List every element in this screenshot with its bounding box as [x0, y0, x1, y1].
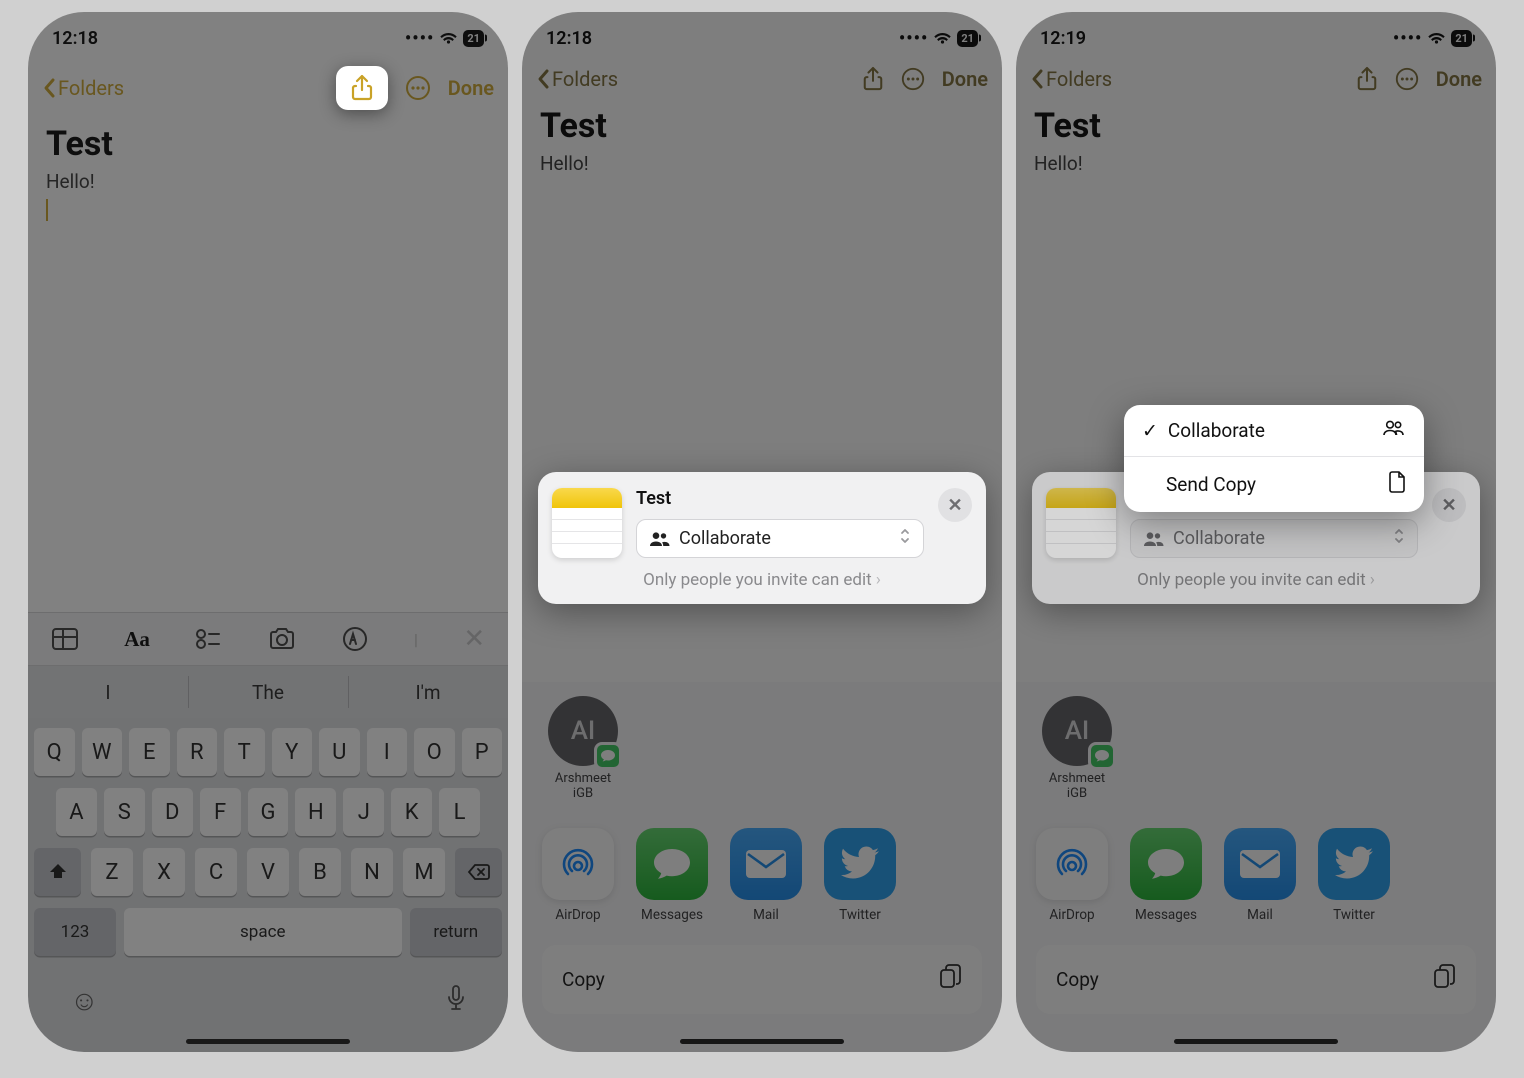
home-indicator[interactable] [186, 1039, 350, 1044]
people-icon [649, 531, 671, 547]
collaborate-selector[interactable]: Collaborate [636, 519, 924, 558]
toolbar-separator: | [414, 630, 418, 649]
share-sheet-lower: AI Arshmeet iGB AirDrop Messages Mail Tw… [1016, 682, 1496, 1052]
checklist-icon[interactable] [195, 627, 221, 651]
format-toolbar: Aa | ✕ [28, 612, 508, 666]
document-icon [1388, 471, 1406, 498]
note-body[interactable]: Test Hello! [28, 118, 508, 231]
return-key[interactable]: return [410, 908, 503, 956]
copy-action[interactable]: Copy [542, 945, 982, 1014]
nav-bar: Folders Done [28, 56, 508, 118]
done-button[interactable]: Done [448, 76, 494, 100]
contact-name: Arshmeet iGB [555, 772, 611, 802]
share-title: Test [636, 488, 924, 509]
close-button[interactable]: ✕ [1432, 488, 1466, 522]
shift-key[interactable] [34, 848, 81, 896]
text-format-icon[interactable]: Aa [124, 627, 150, 652]
updown-icon [899, 527, 911, 550]
permissions-row[interactable]: Only people you invite can edit› [552, 570, 972, 590]
keyboard-suggestions: I The I'm [28, 666, 508, 718]
share-contact[interactable]: AI Arshmeet iGB [542, 696, 624, 802]
emoji-key[interactable]: ☺ [70, 984, 99, 1017]
backspace-key[interactable] [455, 848, 502, 896]
dictation-key[interactable] [446, 984, 466, 1016]
space-key[interactable]: space [124, 908, 402, 956]
back-label: Folders [58, 76, 124, 100]
messages-badge-icon [594, 742, 622, 770]
text-cursor [46, 199, 48, 221]
app-airdrop[interactable]: AirDrop [542, 828, 614, 923]
note-title: Test [46, 124, 490, 164]
share-contact[interactable]: AI Arshmeet iGB [1036, 696, 1118, 802]
share-sheet-header: Test Collaborate ✕ Only people you invit… [538, 472, 986, 604]
app-twitter[interactable]: Twitter [824, 828, 896, 923]
popup-send-copy[interactable]: Send Copy [1124, 456, 1424, 512]
status-bar: 12:18 •••• 21 [28, 12, 508, 56]
more-icon [404, 74, 432, 102]
markup-icon[interactable] [342, 626, 368, 652]
status-time: 12:18 [52, 28, 98, 49]
note-thumbnail [552, 488, 622, 558]
share-icon [350, 74, 374, 102]
more-button[interactable] [404, 74, 432, 102]
share-apps-row: AirDrop Messages Mail Twitter [542, 828, 982, 923]
status-right: •••• 21 [405, 28, 484, 49]
phone-panel-3: 12:19 •••• 21 Folders Done TestHello! . … [1016, 12, 1496, 1052]
popup-collaborate[interactable]: ✓Collaborate [1124, 405, 1424, 456]
phone-panel-1: 12:18 •••• 21 Folders Done Test [28, 12, 508, 1052]
cellular-dots-icon: •••• [405, 28, 435, 49]
numbers-key[interactable]: 123 [34, 908, 116, 956]
table-icon[interactable] [51, 627, 79, 651]
battery-icon: 21 [463, 30, 484, 47]
phone-panel-2: 12:18 •••• 21 Folders Done TestHello! Te… [522, 12, 1002, 1052]
keyboard[interactable]: QWERTYUIOP ASDFGHJKL ZXCVBNM 123 space r… [28, 718, 508, 1052]
check-icon: ✓ [1142, 419, 1158, 442]
camera-icon[interactable] [267, 627, 297, 651]
close-button[interactable]: ✕ [938, 488, 972, 522]
avatar: AI [548, 696, 618, 766]
collaborate-selector[interactable]: Collaborate [1130, 519, 1418, 558]
suggestion-2[interactable]: The [188, 666, 348, 718]
suggestion-3[interactable]: I'm [348, 666, 508, 718]
copy-icon [938, 963, 962, 996]
wifi-icon [439, 31, 458, 45]
app-messages[interactable]: Messages [636, 828, 708, 923]
share-sheet-lower: AI Arshmeet iGB AirDrop Messages Mail Tw… [522, 682, 1002, 1052]
dismiss-keyboard-icon[interactable]: ✕ [463, 624, 485, 654]
app-mail[interactable]: Mail [730, 828, 802, 923]
note-text: Hello! [46, 170, 490, 193]
suggestion-1[interactable]: I [28, 666, 188, 718]
share-mode-popup: ✓Collaborate Send Copy [1124, 405, 1424, 512]
home-indicator[interactable] [680, 1039, 844, 1044]
share-button[interactable] [336, 66, 388, 110]
people-icon [1382, 419, 1406, 442]
back-button[interactable]: Folders [42, 76, 124, 100]
chevron-left-icon [42, 77, 56, 99]
